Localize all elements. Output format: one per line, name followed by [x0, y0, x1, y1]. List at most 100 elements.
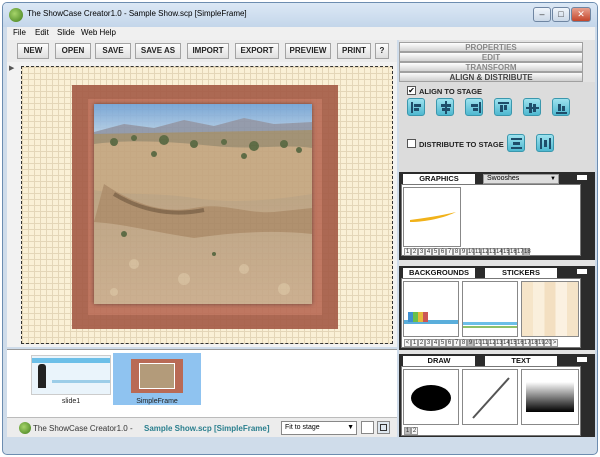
zoom-select[interactable]: Fit to stage ▼ [281, 421, 357, 435]
page-button[interactable]: 15 [509, 339, 517, 347]
graphics-category-select[interactable]: Swooshes ▼ [483, 174, 559, 184]
accordion-properties[interactable]: PROPERTIES [399, 42, 583, 52]
menu-slide[interactable]: Slide [57, 28, 75, 37]
minimize-palette-button[interactable] [577, 357, 587, 362]
align-right-button[interactable] [465, 98, 483, 116]
bg2-stripe2 [463, 326, 517, 328]
page-button[interactable]: 11 [481, 339, 488, 347]
page-button[interactable]: 8 [453, 248, 460, 256]
page-button[interactable]: 6 [446, 339, 453, 347]
page-button[interactable]: 13 [488, 248, 496, 256]
page-button[interactable]: 13 [495, 339, 503, 347]
tab-graphics[interactable]: GRAPHICS [403, 174, 475, 184]
prev-page-button[interactable]: < [404, 339, 411, 347]
menu-edit[interactable]: Edit [35, 28, 49, 37]
page-button[interactable]: 11 [474, 248, 481, 256]
page-button[interactable]: 10 [467, 248, 475, 256]
align-bottom-button[interactable] [552, 98, 570, 116]
page-button[interactable]: 3 [425, 339, 432, 347]
close-button[interactable]: ✕ [571, 7, 591, 22]
status-app-name: The ShowCase Creator1.0 - [33, 424, 133, 433]
align-left-button[interactable] [407, 98, 425, 116]
open-button[interactable]: OPEN [55, 43, 91, 59]
page-button[interactable]: 1 [404, 248, 411, 256]
page-button[interactable]: 7 [446, 248, 453, 256]
page-button-selected[interactable]: 18 [523, 248, 531, 256]
page-button-selected[interactable]: 1 [404, 427, 411, 435]
page-button[interactable]: 14 [502, 339, 510, 347]
menu-file[interactable]: File [13, 28, 26, 37]
page-button[interactable]: 17 [516, 248, 524, 256]
tab-text[interactable]: TEXT [485, 356, 557, 366]
page-button[interactable]: 1 [411, 339, 418, 347]
page-button[interactable]: 16 [516, 339, 524, 347]
page-button[interactable]: 2 [418, 339, 425, 347]
menu-web-help[interactable]: Web Help [81, 28, 116, 37]
landscape-photo[interactable] [94, 104, 312, 304]
page-button[interactable]: 6 [439, 248, 446, 256]
page-button[interactable]: 3 [418, 248, 425, 256]
preview-button[interactable]: PREVIEW [285, 43, 331, 59]
new-button[interactable]: NEW [17, 43, 49, 59]
page-button-selected[interactable]: 9 [467, 339, 474, 347]
draw-ellipse-tool[interactable] [403, 369, 459, 425]
align-top-button[interactable] [494, 98, 512, 116]
page-button[interactable]: 5 [432, 248, 439, 256]
import-button[interactable]: IMPORT [187, 43, 229, 59]
tab-stickers[interactable]: STICKERS [485, 268, 557, 278]
page-button[interactable]: 7 [453, 339, 460, 347]
page-button[interactable]: 12 [488, 339, 496, 347]
draw-gradient-rect-tool[interactable] [521, 369, 579, 425]
page-button[interactable]: 14 [495, 248, 503, 256]
frame-border[interactable] [72, 85, 338, 329]
background-thumbnail-books[interactable] [403, 281, 459, 337]
page-button[interactable]: 4 [425, 248, 432, 256]
single-view-button[interactable] [361, 421, 374, 434]
distribute-to-stage-checkbox[interactable] [407, 139, 416, 148]
distribute-vertical-button[interactable] [507, 134, 525, 152]
background-thumbnail-lines[interactable] [462, 281, 518, 337]
save-button[interactable]: SAVE [95, 43, 131, 59]
page-button[interactable]: 20 [544, 339, 552, 347]
help-button[interactable]: ? [375, 43, 389, 59]
minimize-palette-button[interactable] [577, 175, 587, 180]
graphic-thumbnail-swoosh[interactable] [403, 187, 461, 247]
next-page-button[interactable]: > [551, 339, 558, 347]
stage-canvas[interactable] [21, 66, 393, 344]
draw-line-tool[interactable] [462, 369, 518, 425]
page-button[interactable]: 10 [474, 339, 482, 347]
distribute-horizontal-button[interactable] [536, 134, 554, 152]
maximize-button[interactable]: □ [552, 7, 570, 22]
accordion-transform[interactable]: TRANSFORM [399, 62, 583, 72]
page-button[interactable]: 17 [523, 339, 531, 347]
page-button[interactable]: 15 [502, 248, 510, 256]
graphics-category-value: Swooshes [487, 175, 520, 182]
page-button[interactable]: 4 [432, 339, 439, 347]
slide-thumbnail-simpleframe[interactable]: SimpleFrame [113, 353, 201, 405]
collapse-arrow-icon[interactable]: ▶ [9, 64, 14, 72]
page-button[interactable]: 9 [460, 248, 467, 256]
save-as-button[interactable]: SAVE AS [135, 43, 181, 59]
export-button[interactable]: EXPORT [235, 43, 279, 59]
slide-thumbnail-slide1[interactable]: slide1 [27, 353, 115, 405]
accordion-edit[interactable]: EDIT [399, 52, 583, 62]
page-button[interactable]: 5 [439, 339, 446, 347]
align-to-stage-checkbox[interactable]: ✔ [407, 86, 416, 95]
page-button[interactable]: 8 [460, 339, 467, 347]
grid-view-button[interactable] [377, 421, 390, 434]
page-button[interactable]: 12 [481, 248, 489, 256]
align-middle-button[interactable] [523, 98, 541, 116]
accordion-align-distribute[interactable]: ALIGN & DISTRIBUTE [399, 72, 583, 82]
page-button[interactable]: 2 [411, 248, 418, 256]
page-button[interactable]: 18 [530, 339, 538, 347]
align-center-button[interactable] [436, 98, 454, 116]
page-button[interactable]: 19 [537, 339, 545, 347]
tab-draw[interactable]: DRAW [403, 356, 475, 366]
page-button[interactable]: 2 [411, 427, 418, 435]
print-button[interactable]: PRINT [337, 43, 371, 59]
minimize-button[interactable]: – [533, 7, 551, 22]
background-thumbnail-beige[interactable] [521, 281, 579, 337]
minimize-palette-button[interactable] [577, 269, 587, 274]
page-button[interactable]: 16 [509, 248, 517, 256]
tab-backgrounds[interactable]: BACKGROUNDS [403, 268, 475, 278]
